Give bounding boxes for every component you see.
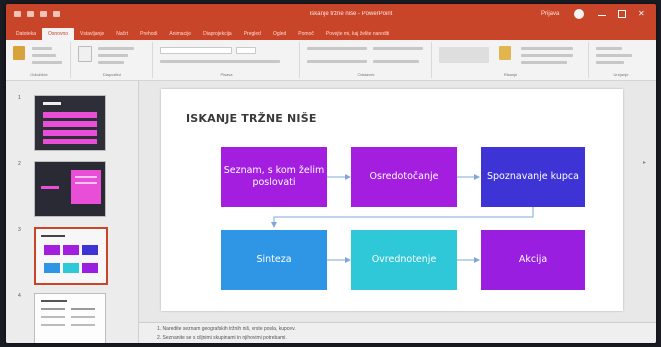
ribbon-group-paragraph: Odstavek	[301, 42, 432, 78]
tab-view[interactable]: Ogled	[267, 28, 292, 40]
process-box-list[interactable]: Seznam, s kom želim poslovati	[221, 147, 327, 207]
arrange-icon[interactable]	[499, 46, 511, 60]
group-label: Diapozitivi	[102, 72, 122, 77]
shapes-gallery[interactable]	[439, 47, 489, 63]
font-format-buttons[interactable]	[160, 60, 280, 63]
close-button[interactable]: ✕	[638, 10, 646, 18]
undo-icon[interactable]	[27, 11, 34, 17]
ribbon-group-drawing: Risanje	[433, 42, 589, 78]
font-size-select[interactable]	[236, 47, 256, 54]
section-button[interactable]	[98, 61, 124, 64]
tab-design[interactable]: Načrt	[110, 28, 134, 40]
slide-canvas[interactable]: ISKANJE TRŽNE NIŠE Seznam, s kom želim p…	[161, 89, 623, 311]
powerpoint-window: Iskanje tržne niše - PowerPoint Prijava …	[6, 4, 656, 343]
tab-file[interactable]: Datoteka	[10, 28, 42, 40]
tab-review[interactable]: Pregled	[238, 28, 267, 40]
tell-me-search[interactable]: Povejte mi, kaj želite narediti	[320, 28, 395, 40]
account-link[interactable]: Prijava	[541, 11, 559, 17]
avatar[interactable]	[574, 9, 584, 19]
select-button[interactable]	[596, 61, 624, 64]
thumbnail-number: 2	[18, 161, 21, 167]
tab-help[interactable]: Pomoč	[292, 28, 320, 40]
title-bar: Iskanje tržne niše - PowerPoint Prijava …	[6, 4, 656, 25]
group-label: Odstavek	[357, 72, 375, 77]
list-buttons[interactable]	[307, 47, 367, 50]
notes-pane[interactable]: 1. Naredite seznam geografskih tržnih ni…	[139, 322, 656, 343]
thumbnail-number: 1	[18, 95, 21, 101]
reset-button[interactable]	[98, 54, 128, 57]
ribbon-group-clipboard: Odložišče	[8, 42, 71, 78]
tab-animations[interactable]: Animacije	[163, 28, 197, 40]
smartart-button[interactable]	[373, 60, 419, 63]
notes-line: 2. Seznanite se s ciljnimi skupinami in …	[157, 335, 287, 341]
group-label: Odložišče	[30, 72, 48, 77]
redo-icon[interactable]	[40, 11, 47, 17]
minimize-button[interactable]	[598, 10, 606, 16]
font-family-select[interactable]	[160, 47, 232, 54]
process-box-synthesis[interactable]: Sinteza	[221, 230, 327, 290]
arrow-connector	[271, 207, 534, 228]
group-label: Risanje	[503, 72, 518, 77]
notes-line: 1. Naredite seznam geografskih tržnih ni…	[157, 326, 296, 332]
format-painter-icon[interactable]	[32, 61, 62, 64]
group-label: Urejanje	[613, 72, 629, 77]
scroll-indicator-icon[interactable]: ▸	[643, 159, 646, 166]
tab-insert[interactable]: Vstavljanje	[74, 28, 110, 40]
slide-thumbnail-4[interactable]	[34, 293, 106, 343]
align-buttons[interactable]	[307, 60, 367, 63]
cut-icon[interactable]	[32, 47, 52, 50]
text-direction-button[interactable]	[373, 47, 423, 50]
group-label: Pisava	[220, 72, 233, 77]
workspace: 1 2 3 4 ISKANJE TRŽNE NIŠE Seznam, s kom…	[6, 81, 656, 343]
document-title: Iskanje tržne niše - PowerPoint	[309, 11, 393, 17]
tab-transitions[interactable]: Prehodi	[134, 28, 163, 40]
ribbon-group-editing: Urejanje	[590, 42, 652, 78]
present-icon[interactable]	[53, 11, 60, 17]
ribbon-tabs: Datoteka Osnovno Vstavljanje Načrt Preho…	[6, 25, 656, 40]
slide-thumbnail-2[interactable]	[34, 161, 106, 217]
shape-effects-button[interactable]	[521, 61, 567, 64]
process-box-evaluation[interactable]: Ovrednotenje	[351, 230, 457, 290]
thumbnail-number: 3	[18, 227, 21, 233]
replace-button[interactable]	[596, 54, 632, 57]
find-button[interactable]	[596, 47, 622, 50]
process-box-action[interactable]: Akcija	[481, 230, 585, 290]
slide-thumbnails-pane: 1 2 3 4	[6, 81, 139, 343]
quick-access-toolbar	[14, 11, 60, 17]
maximize-button[interactable]	[618, 10, 626, 18]
slide-editing-area: ISKANJE TRŽNE NIŠE Seznam, s kom želim p…	[139, 81, 656, 321]
save-icon[interactable]	[14, 11, 21, 17]
slide-thumbnail-3[interactable]	[34, 227, 108, 285]
layout-button[interactable]	[98, 47, 134, 50]
slide-thumbnail-1[interactable]	[34, 95, 106, 151]
new-slide-icon[interactable]	[78, 46, 92, 62]
shape-fill-button[interactable]	[521, 47, 573, 50]
ribbon-group-font: Pisava	[154, 42, 300, 78]
ribbon-group-slides: Diapozitivi	[72, 42, 153, 78]
copy-icon[interactable]	[32, 54, 56, 57]
process-box-focus[interactable]: Osredotočanje	[351, 147, 457, 207]
process-box-customer[interactable]: Spoznavanje kupca	[481, 147, 585, 207]
ribbon: Odložišče Diapozitivi Pisava Odstavek Ri…	[6, 40, 656, 81]
tab-slideshow[interactable]: Diaprojekcija	[197, 28, 238, 40]
paste-icon[interactable]	[13, 46, 25, 60]
shape-outline-button[interactable]	[521, 54, 573, 57]
thumbnail-number: 4	[18, 293, 21, 299]
tab-home[interactable]: Osnovno	[42, 28, 75, 40]
